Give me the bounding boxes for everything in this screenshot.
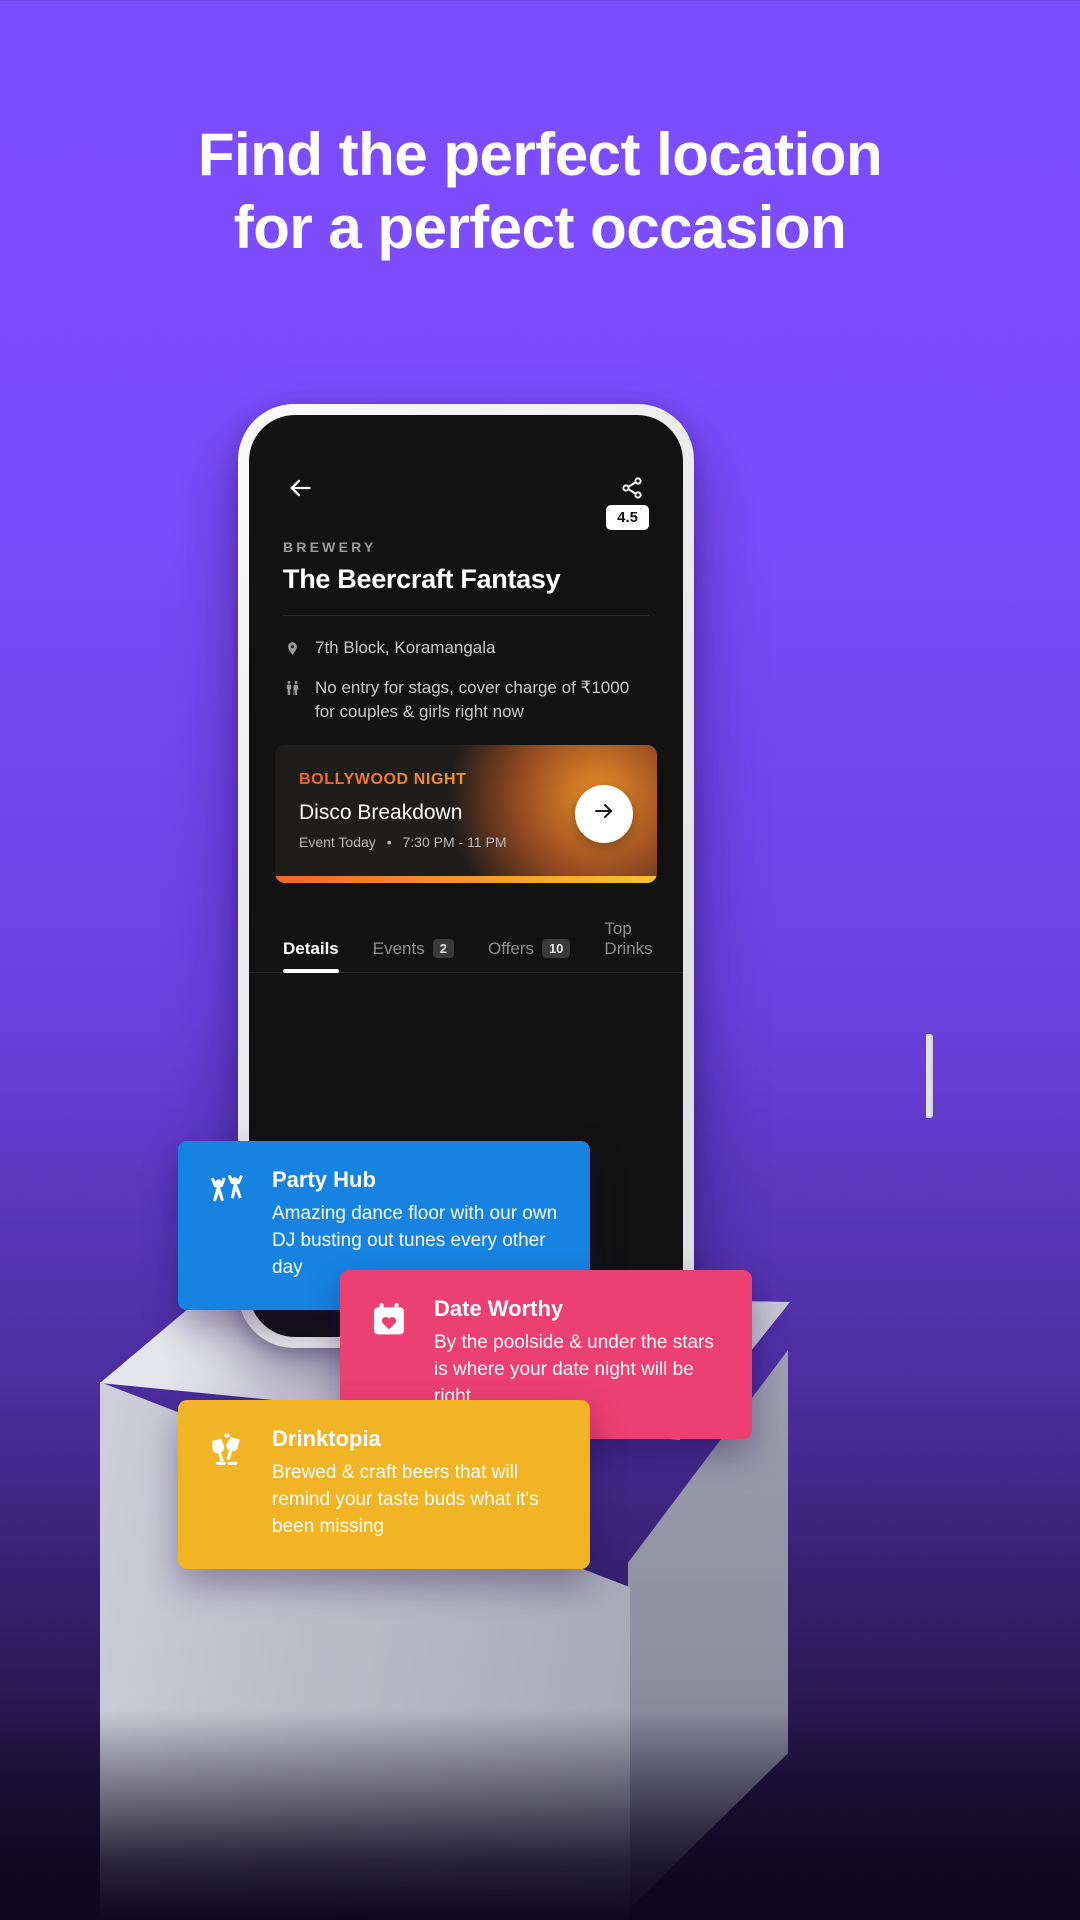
arrow-right-icon [592, 799, 616, 828]
venue-name: The Beercraft Fantasy [283, 564, 561, 594]
couple-icon [283, 676, 301, 698]
tab-bar: Details Events 2 Offers 10 Top Drinks [249, 883, 683, 973]
meta-row-location: 7th Block, Koramangala [283, 636, 649, 661]
feature-card-text: Party Hub Amazing dance floor with our o… [272, 1167, 564, 1282]
event-when: Event Today [299, 833, 376, 850]
share-button[interactable] [615, 471, 649, 505]
feature-card-text: Date Worthy By the poolside & under the … [434, 1296, 726, 1411]
phone-button-power[interactable] [926, 1034, 933, 1118]
tab-offers[interactable]: Offers 10 [487, 938, 571, 972]
headline-line-1: Find the perfect location [197, 121, 883, 188]
tab-offers-label: Offers [487, 938, 534, 958]
back-button[interactable] [283, 471, 317, 505]
venue-category: BREWERY [283, 539, 377, 555]
app-topbar [249, 415, 683, 505]
arrow-left-icon [286, 474, 314, 502]
headline-line-2: for a perfect occasion [233, 194, 847, 262]
feature-card-description: By the poolside & under the stars is whe… [434, 1332, 714, 1407]
venue-header: BREWERY The Beercraft Fantasy 4.5 [249, 505, 683, 595]
share-icon [620, 476, 644, 500]
meta-location-text: 7th Block, Koramangala [315, 638, 496, 657]
event-banner[interactable]: BOLLYWOOD NIGHT Disco Breakdown Event To… [275, 744, 657, 883]
event-separator: • [386, 833, 392, 850]
event-time: 7:30 PM - 11 PM [402, 833, 507, 850]
event-subtitle: Event Today • 7:30 PM - 11 PM [299, 834, 633, 850]
feature-card-title: Party Hub [272, 1167, 376, 1192]
feature-card-title: Date Worthy [434, 1296, 564, 1321]
tab-events[interactable]: Events 2 [373, 939, 454, 972]
calendar-heart-icon [366, 1296, 412, 1411]
location-pin-icon [283, 636, 301, 658]
venue-meta-list: 7th Block, Koramangala No entry for stag… [249, 616, 683, 725]
meta-entry-policy-text: No entry for stags, cover charge of ₹100… [315, 677, 630, 722]
tab-top-drinks[interactable]: Top Drinks [604, 919, 652, 972]
feature-card-description: Brewed & craft beers that will remind yo… [272, 1462, 539, 1537]
dancing-people-icon [204, 1167, 250, 1282]
feature-card-title: Drinktopia [272, 1426, 381, 1451]
feature-card-drinktopia[interactable]: Drinktopia Brewed & craft beers that wil… [178, 1400, 590, 1569]
tab-details-label: Details [283, 938, 339, 958]
event-kicker: BOLLYWOOD NIGHT [299, 771, 633, 789]
tab-top-drinks-label: Top Drinks [604, 918, 653, 958]
tab-details[interactable]: Details [283, 938, 339, 973]
page-title: Find the perfect location for a perfect … [0, 118, 1080, 264]
tab-offers-badge: 10 [541, 939, 571, 959]
feature-card-text: Drinktopia Brewed & craft beers that wil… [272, 1426, 564, 1541]
pedestal-shadow-fade [0, 1710, 1080, 1920]
meta-row-entry-policy: No entry for stags, cover charge of ₹100… [283, 676, 649, 725]
event-open-button[interactable] [575, 784, 633, 843]
tab-events-badge: 2 [432, 939, 454, 959]
tab-events-label: Events [372, 938, 425, 958]
rating-badge[interactable]: 4.5 [606, 505, 649, 530]
cheers-glasses-icon [204, 1426, 250, 1541]
